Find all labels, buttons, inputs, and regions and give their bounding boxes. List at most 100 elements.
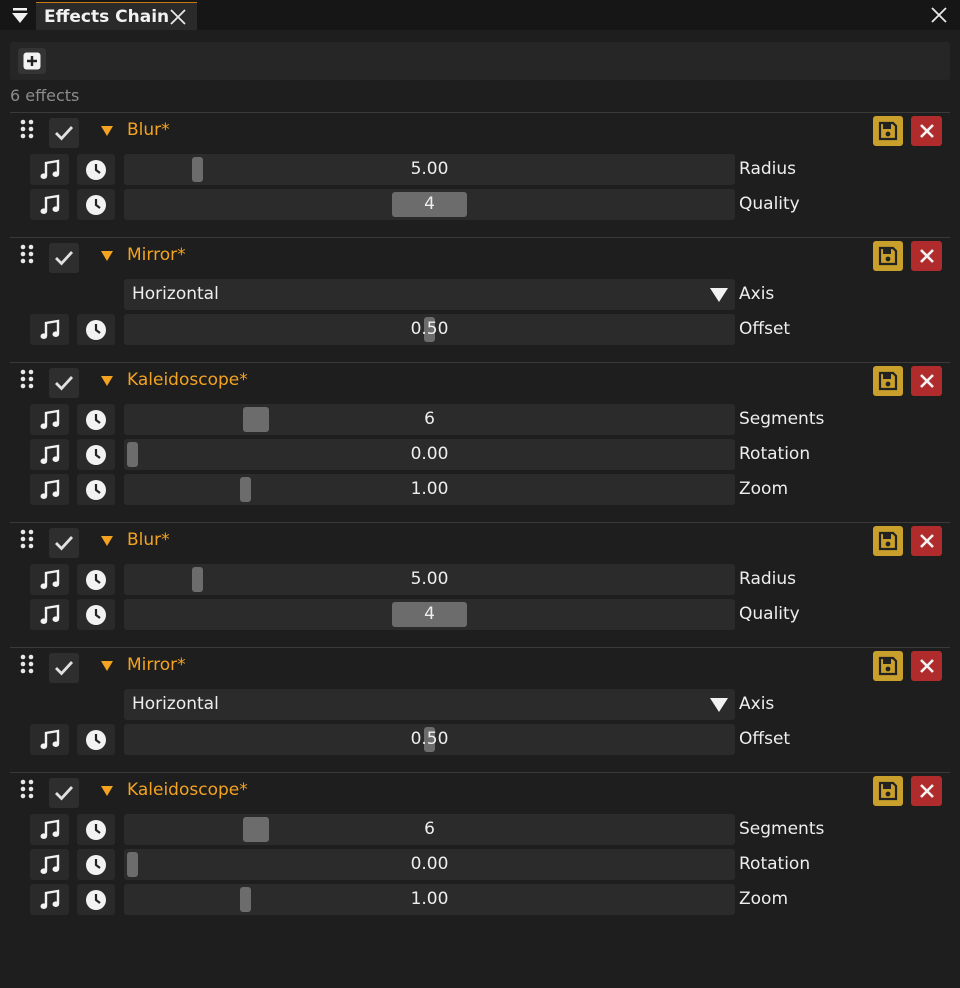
param-slider[interactable]: 0.50 <box>124 314 735 345</box>
dropdown-arrow-icon[interactable] <box>709 697 729 713</box>
save-effect-button[interactable] <box>873 116 903 146</box>
param-slider[interactable]: 0.00 <box>124 849 735 880</box>
effect-card: Mirror* Horizontal Axis 0.50 Offset <box>10 237 950 348</box>
dropdown-arrow-icon[interactable] <box>709 287 729 303</box>
checkmark-icon <box>55 661 74 676</box>
music-note-icon <box>40 444 59 464</box>
effect-name[interactable]: Mirror* <box>127 245 186 265</box>
param-slider[interactable]: 4 <box>124 599 735 630</box>
slider-value: 6 <box>424 819 435 839</box>
audio-reactive-button[interactable] <box>30 189 69 220</box>
save-effect-button[interactable] <box>873 241 903 271</box>
audio-reactive-button[interactable] <box>30 849 69 880</box>
effect-name[interactable]: Blur* <box>127 530 170 550</box>
param-slider[interactable]: 4 <box>124 189 735 220</box>
param-slider[interactable]: 0.50 <box>124 724 735 755</box>
animate-button[interactable] <box>77 154 115 185</box>
drag-handle-icon[interactable] <box>20 244 34 264</box>
delete-effect-button[interactable] <box>911 241 942 271</box>
slider-value: 5.00 <box>410 569 449 589</box>
param-slider[interactable]: 6 <box>124 404 735 435</box>
enable-checkbox[interactable] <box>49 778 79 808</box>
save-effect-button[interactable] <box>873 366 903 396</box>
animate-button[interactable] <box>77 439 115 470</box>
floppy-disk-icon <box>878 246 898 266</box>
collapse-triangle-icon[interactable] <box>100 785 114 797</box>
collapse-triangle-icon[interactable] <box>100 250 114 262</box>
param-slider[interactable]: 6 <box>124 814 735 845</box>
audio-reactive-button[interactable] <box>30 314 69 345</box>
animate-button[interactable] <box>77 474 115 505</box>
audio-reactive-button[interactable] <box>30 564 69 595</box>
drag-handle-icon[interactable] <box>20 119 34 139</box>
music-note-icon <box>40 479 59 499</box>
close-icon <box>919 784 934 798</box>
collapse-triangle-icon[interactable] <box>100 125 114 137</box>
audio-reactive-button[interactable] <box>30 884 69 915</box>
param-slider[interactable]: 0.00 <box>124 439 735 470</box>
param-slider[interactable]: 1.00 <box>124 884 735 915</box>
effect-name[interactable]: Mirror* <box>127 655 186 675</box>
audio-reactive-button[interactable] <box>30 599 69 630</box>
audio-reactive-button[interactable] <box>30 474 69 505</box>
music-note-icon <box>40 159 59 179</box>
param-select[interactable]: Horizontal <box>124 279 735 310</box>
toolbar <box>10 42 950 80</box>
effect-name[interactable]: Blur* <box>127 120 170 140</box>
add-effect-button[interactable] <box>18 48 46 74</box>
drag-handle-icon[interactable] <box>20 779 34 799</box>
param-label: Offset <box>739 729 791 749</box>
save-effect-button[interactable] <box>873 526 903 556</box>
drag-handle-icon[interactable] <box>20 529 34 549</box>
animate-button[interactable] <box>77 814 115 845</box>
save-effect-button[interactable] <box>873 651 903 681</box>
animate-button[interactable] <box>77 724 115 755</box>
tab-effects-chain[interactable]: Effects Chain <box>36 2 197 30</box>
animate-button[interactable] <box>77 564 115 595</box>
enable-checkbox[interactable] <box>49 118 79 148</box>
delete-effect-button[interactable] <box>911 651 942 681</box>
param-slider[interactable]: 5.00 <box>124 154 735 185</box>
clock-icon <box>86 319 106 340</box>
audio-reactive-button[interactable] <box>30 154 69 185</box>
audio-reactive-button[interactable] <box>30 814 69 845</box>
param-slider[interactable]: 1.00 <box>124 474 735 505</box>
tab-close-icon[interactable] <box>170 9 186 25</box>
enable-checkbox[interactable] <box>49 653 79 683</box>
param-slider[interactable]: 5.00 <box>124 564 735 595</box>
delete-effect-button[interactable] <box>911 776 942 806</box>
collapse-triangle-icon[interactable] <box>100 535 114 547</box>
delete-effect-button[interactable] <box>911 526 942 556</box>
select-value: Horizontal <box>132 694 219 714</box>
clock-icon <box>86 819 106 840</box>
window-close-icon[interactable] <box>931 7 947 23</box>
enable-checkbox[interactable] <box>49 528 79 558</box>
effect-params: 5.00 Radius 4 Quality <box>10 563 950 633</box>
drag-handle-icon[interactable] <box>20 654 34 674</box>
enable-checkbox[interactable] <box>49 368 79 398</box>
collapse-triangle-icon[interactable] <box>100 660 114 672</box>
drag-handle-icon[interactable] <box>20 369 34 389</box>
animate-button[interactable] <box>77 404 115 435</box>
clock-icon <box>86 729 106 750</box>
animate-button[interactable] <box>77 884 115 915</box>
collapse-triangle-icon[interactable] <box>100 375 114 387</box>
menu-triangle-icon[interactable] <box>10 7 30 25</box>
animate-button[interactable] <box>77 189 115 220</box>
enable-checkbox[interactable] <box>49 243 79 273</box>
audio-reactive-button[interactable] <box>30 404 69 435</box>
audio-reactive-button[interactable] <box>30 724 69 755</box>
delete-effect-button[interactable] <box>911 116 942 146</box>
close-icon <box>919 534 934 548</box>
audio-reactive-button[interactable] <box>30 439 69 470</box>
delete-effect-button[interactable] <box>911 366 942 396</box>
effect-header: Kaleidoscope* <box>10 363 950 403</box>
effect-name[interactable]: Kaleidoscope* <box>127 780 248 800</box>
param-select[interactable]: Horizontal <box>124 689 735 720</box>
animate-button[interactable] <box>77 599 115 630</box>
effect-name[interactable]: Kaleidoscope* <box>127 370 248 390</box>
animate-button[interactable] <box>77 849 115 880</box>
animate-button[interactable] <box>77 314 115 345</box>
param-row: Horizontal Axis <box>10 688 950 723</box>
save-effect-button[interactable] <box>873 776 903 806</box>
